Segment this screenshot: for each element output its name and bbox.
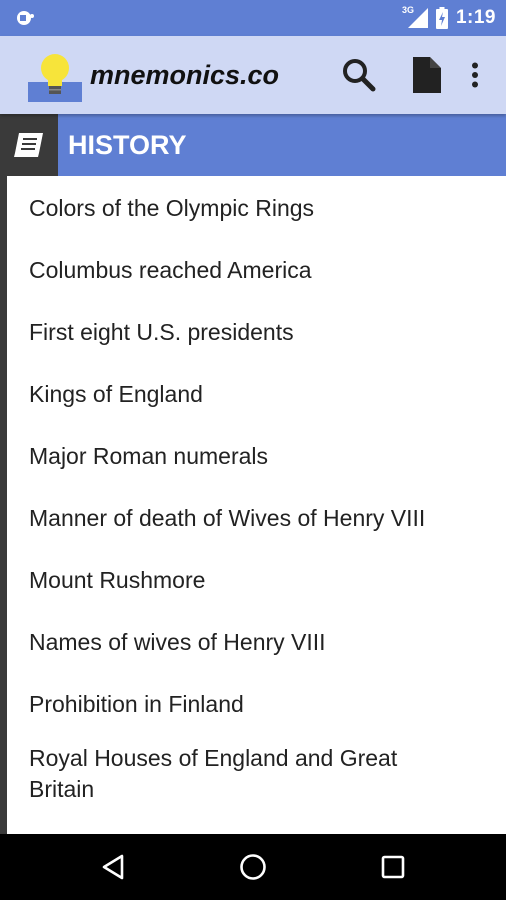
list-item[interactable]: Mount Rushmore (29, 565, 489, 596)
battery-icon (435, 7, 448, 29)
list-item[interactable]: Colors of the Olympic Rings (29, 193, 489, 224)
document-icon (413, 57, 441, 93)
navigation-bar (0, 834, 506, 900)
list-item[interactable]: Major Roman numerals (29, 441, 489, 472)
search-button[interactable] (324, 36, 394, 114)
list-item[interactable]: Names of wives of Henry VIII (29, 627, 489, 658)
list-item[interactable]: First eight U.S. presidents (29, 317, 489, 348)
list-item[interactable]: Columbus reached America (29, 255, 489, 286)
back-button[interactable] (73, 834, 153, 900)
list-item[interactable]: Royal Houses of England and Great Britai… (29, 743, 449, 805)
home-button[interactable] (213, 834, 293, 900)
recents-button[interactable] (353, 834, 433, 900)
book-icon (14, 133, 43, 157)
back-icon (102, 854, 124, 880)
list-item[interactable]: Prohibition in Finland (29, 689, 489, 720)
list-item[interactable]: Kings of England (29, 379, 489, 410)
topic-list: Colors of the Olympic Rings Columbus rea… (7, 176, 506, 834)
left-accent-strip (0, 176, 7, 834)
section-title: HISTORY (68, 129, 187, 160)
app-title: mnemonics.co (90, 60, 280, 90)
home-icon (240, 854, 266, 880)
network-type-label: 3G (401, 5, 414, 15)
status-bar: 3G 1:19 (0, 0, 506, 36)
search-icon (343, 59, 376, 92)
app-bar: mnemonics.co (0, 36, 506, 114)
clock: 1:19 (455, 7, 496, 28)
document-button[interactable] (394, 36, 458, 114)
overflow-menu-icon (472, 62, 478, 88)
signal-icon: 3G (402, 5, 428, 28)
lightbulb-logo-icon (28, 54, 82, 102)
section-icon-box (0, 114, 58, 176)
list-item[interactable]: Manner of death of Wives of Henry VIII (29, 503, 489, 534)
notification-icon (17, 11, 34, 25)
section-header: HISTORY (0, 114, 506, 176)
recents-icon (381, 855, 405, 879)
overflow-menu-button[interactable] (458, 36, 492, 114)
